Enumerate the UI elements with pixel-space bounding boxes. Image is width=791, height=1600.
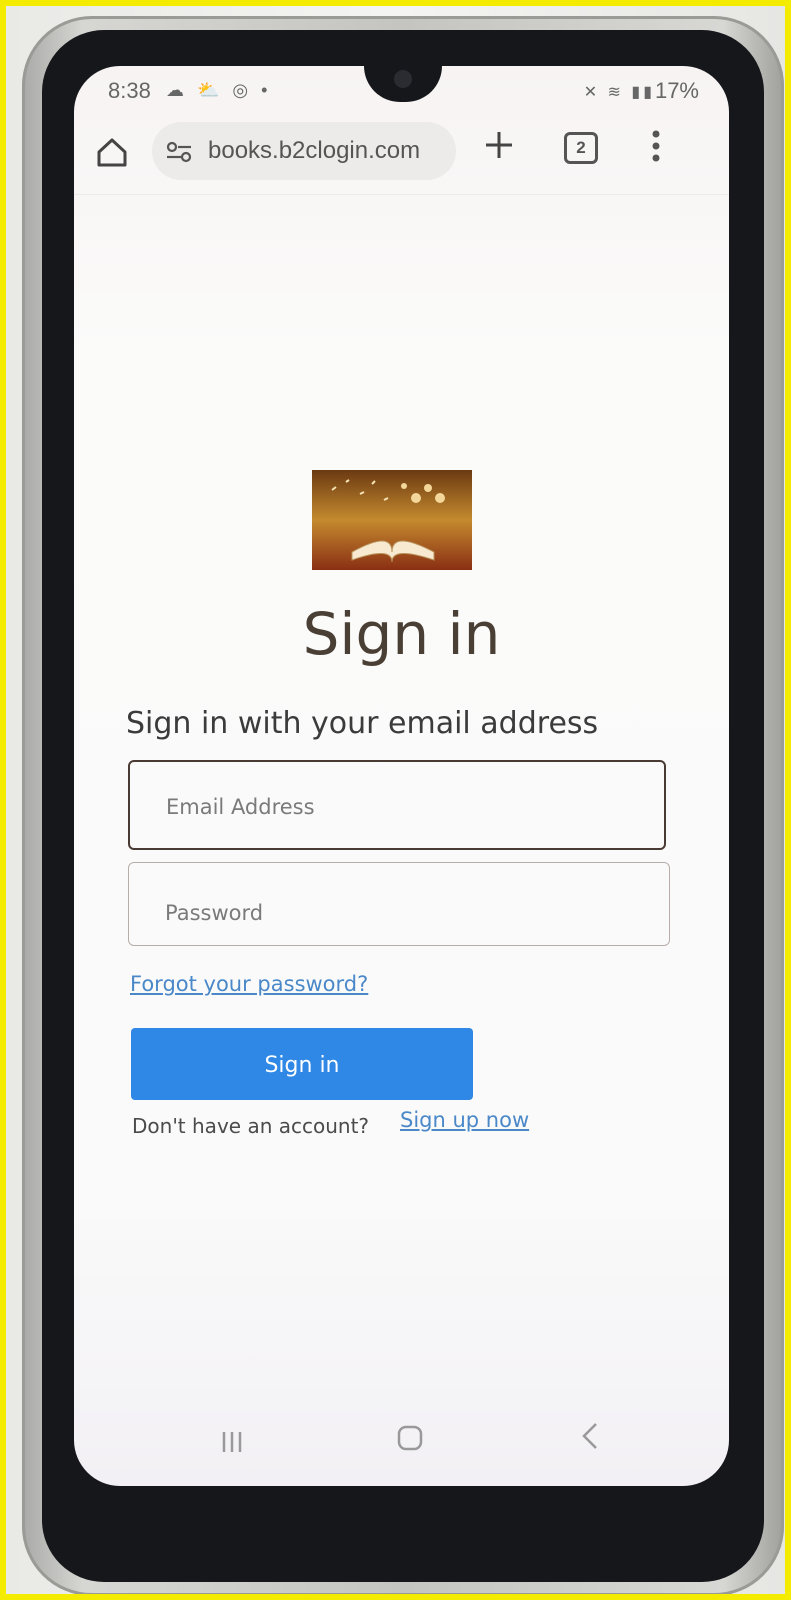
connectivity-icons: ✕ ≋ ▮▮ (583, 84, 655, 101)
url-text: books.b2clogin.com (208, 137, 421, 164)
battery-level: 17% (654, 78, 699, 103)
android-nav-bar (74, 1406, 729, 1466)
notification-icons: ☁ ⛅ ◎ • (166, 80, 272, 100)
sign-up-link[interactable]: Sign up now (400, 1108, 529, 1132)
site-settings-icon[interactable] (166, 140, 192, 164)
sign-in-instructions: Sign in with your email address (126, 706, 599, 741)
recents-icon[interactable] (218, 1428, 246, 1456)
status-time: 8:38 (108, 78, 151, 103)
phone-screen: 8:38 ☁ ⛅ ◎ • ✕ ≋ ▮▮ 17% books.b2clogin.c… (74, 66, 729, 1486)
photo-frame: 8:38 ☁ ⛅ ◎ • ✕ ≋ ▮▮ 17% books.b2clogin.c… (0, 0, 791, 1600)
browser-toolbar: books.b2clogin.com 2 (74, 114, 729, 195)
plus-icon[interactable] (482, 128, 516, 162)
tab-switcher-button[interactable]: 2 (564, 132, 598, 164)
home-square-icon[interactable] (396, 1424, 424, 1452)
email-field[interactable]: Email Address (128, 760, 666, 850)
back-chevron-icon[interactable] (578, 1420, 602, 1452)
book-logo-image (312, 470, 472, 570)
sign-in-button[interactable]: Sign in (131, 1028, 473, 1100)
no-account-label: Don't have an account? (132, 1114, 370, 1138)
page-title: Sign in (302, 600, 501, 668)
forgot-password-link[interactable]: Forgot your password? (130, 972, 368, 996)
vertical-dots-icon[interactable] (646, 128, 666, 164)
status-bar: 8:38 ☁ ⛅ ◎ • ✕ ≋ ▮▮ 17% (74, 74, 729, 108)
password-field[interactable]: Password (128, 862, 670, 946)
address-bar[interactable]: books.b2clogin.com (152, 122, 456, 180)
house-icon[interactable] (94, 134, 130, 170)
